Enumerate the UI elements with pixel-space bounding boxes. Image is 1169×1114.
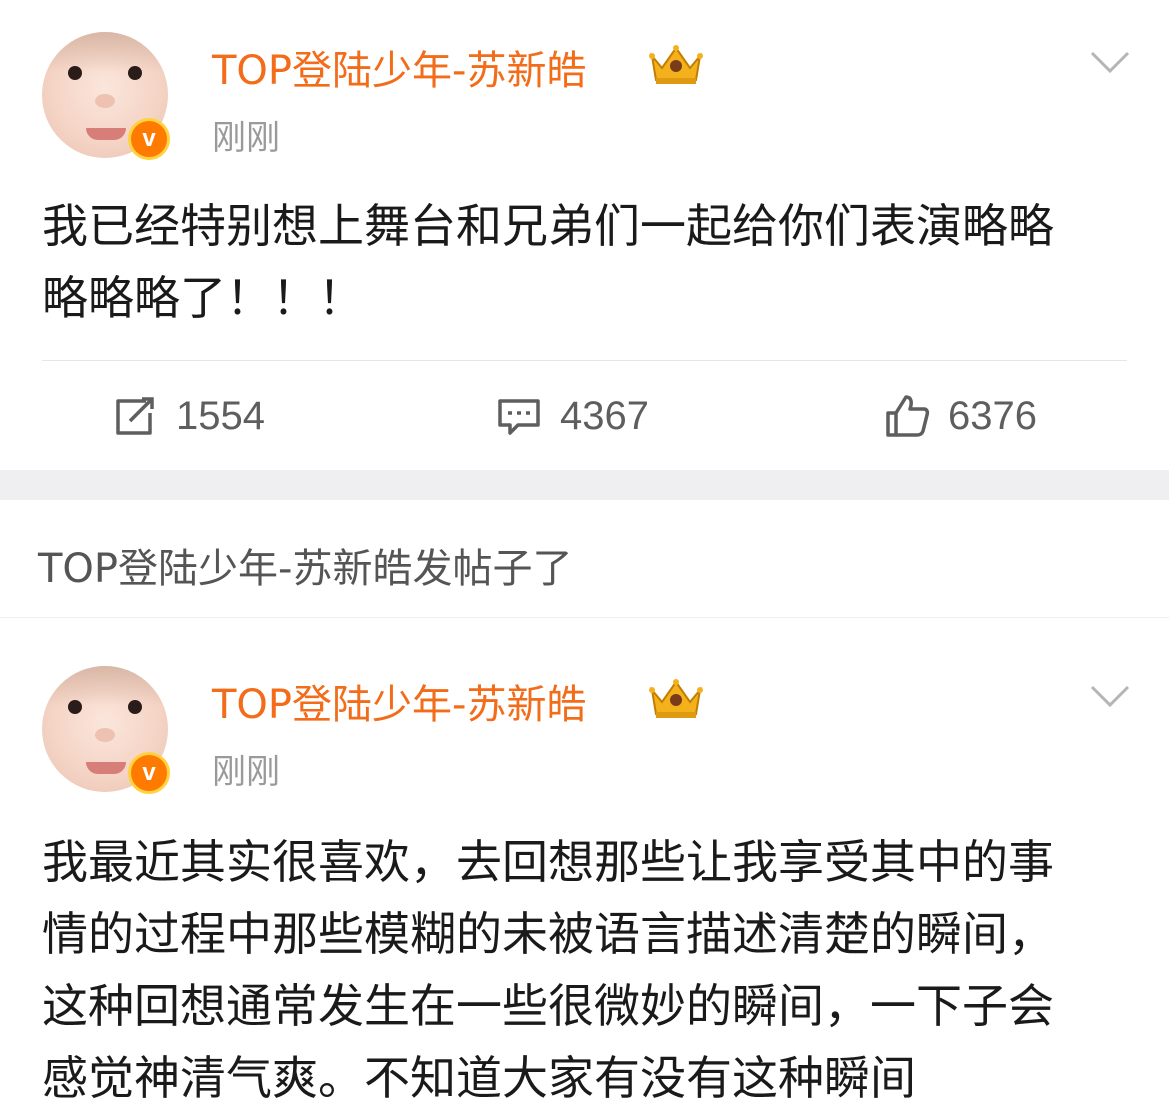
notice-text: TOP登陆少年-苏新皓发帖子了: [38, 546, 573, 592]
chevron-down-icon[interactable]: [1090, 50, 1130, 74]
verified-badge: v: [128, 752, 170, 794]
post-time: 刚刚: [212, 752, 280, 792]
chevron-down-icon[interactable]: [1090, 684, 1130, 708]
crown-icon: [649, 679, 703, 718]
comment-count: 4367: [560, 393, 649, 438]
like-count: 6376: [948, 393, 1037, 438]
username[interactable]: TOP登陆少年-苏新皓: [212, 38, 586, 96]
repost-count: 1554: [176, 393, 265, 438]
crown-icon: [649, 45, 703, 84]
section-separator: [0, 470, 1169, 500]
like-button[interactable]: 6376: [884, 388, 1037, 444]
like-icon: [886, 395, 930, 437]
post-actions: 1554 4367 6376: [0, 388, 1169, 444]
post-time: 刚刚: [212, 118, 280, 158]
username[interactable]: TOP登陆少年-苏新皓: [212, 672, 586, 730]
verified-badge: v: [128, 118, 170, 160]
comment-icon: [498, 399, 540, 435]
divider: [42, 360, 1127, 361]
post-notice[interactable]: TOP登陆少年-苏新皓发帖子了: [0, 500, 1169, 618]
repost-button[interactable]: 1554: [112, 388, 265, 444]
post-content: 我已经特别想上舞台和兄弟们一起给你们表演略略 略略略了！！！: [42, 199, 1054, 325]
post-content: 我最近其实很喜欢，去回想那些让我享受其中的事 情的过程中那些模糊的未被语言描述清…: [42, 835, 1054, 1105]
comment-button[interactable]: 4367: [496, 388, 649, 444]
weibo-post: v TOP登陆少年-苏新皓 刚刚 我已经特别想上舞台和兄弟们一起给你们表演略略 …: [0, 0, 1169, 470]
repost-icon: [116, 397, 154, 435]
